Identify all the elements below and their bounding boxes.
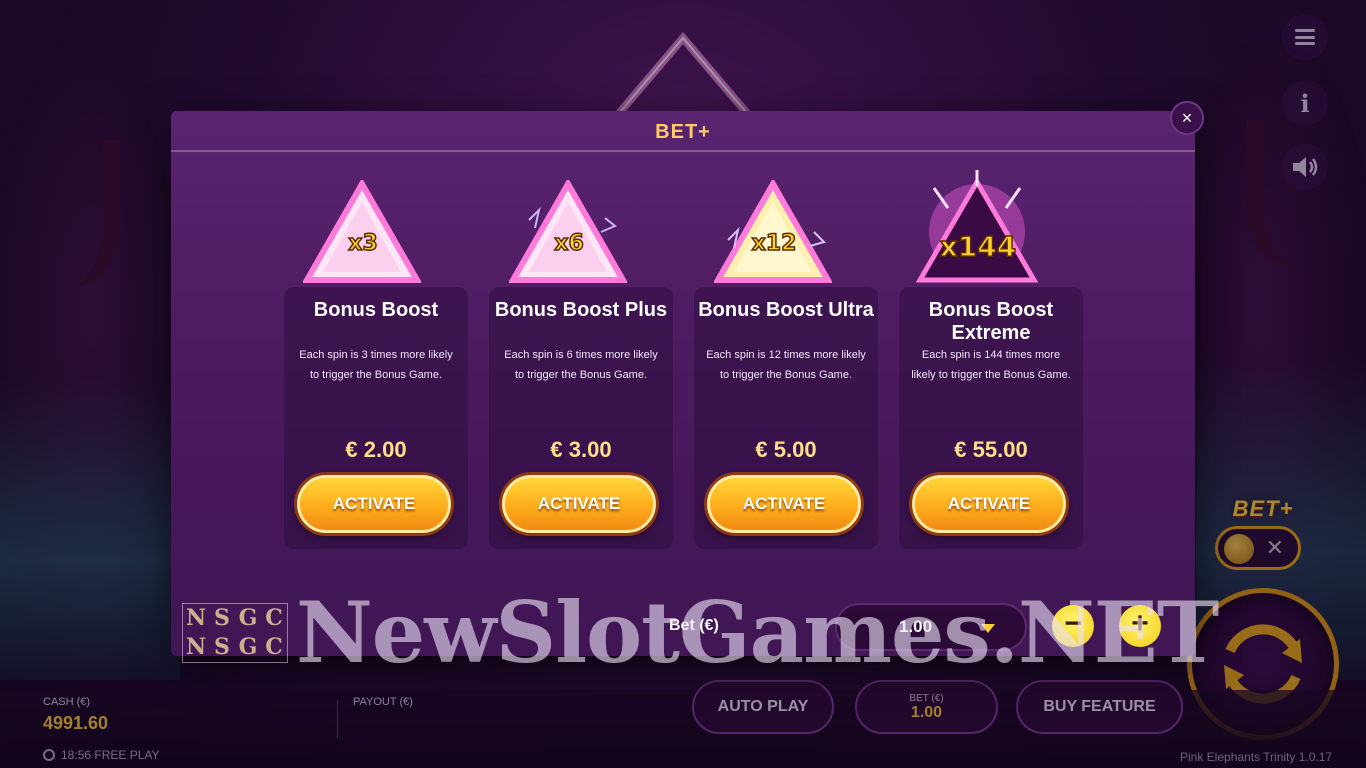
close-button[interactable]: × <box>1170 101 1204 135</box>
boost-x12-icon: x12 <box>714 180 832 283</box>
card-title: Bonus Boost <box>313 299 439 321</box>
tri-label-4: x144 <box>940 230 1017 263</box>
activate-button[interactable]: ACTIVATE <box>707 475 861 533</box>
watermark-logo: N S G C N S G C <box>182 603 288 663</box>
card-description: Each spin is 6 times more likely to trig… <box>504 349 658 381</box>
modal-title: BET+ <box>655 121 711 143</box>
boost-x6-icon: x6 <box>509 180 627 283</box>
boost-x3-icon: x3 <box>303 180 421 283</box>
watermark-logo-letter: C <box>265 605 283 631</box>
boost-card: Bonus Boost Each spin is 3 times more li… <box>284 287 468 549</box>
boost-card: Bonus Boost Extreme Each spin is 144 tim… <box>899 287 1083 549</box>
card-price: € 55.00 <box>954 437 1028 462</box>
watermark-logo-letter: N <box>185 605 207 631</box>
tri-label-3: x12 <box>752 231 797 256</box>
boost-x144-icon: x144 <box>915 170 1039 283</box>
watermark-logo-letter: S <box>214 605 230 631</box>
card-price: € 5.00 <box>755 437 817 462</box>
watermark-logo-letter: C <box>265 634 283 660</box>
activate-button[interactable]: ACTIVATE <box>297 475 451 533</box>
boost-card: Bonus Boost Plus Each spin is 6 times mo… <box>489 287 673 549</box>
card-description: Each spin is 12 times more likely to tri… <box>706 349 866 381</box>
tri-label-1: x3 <box>348 231 378 256</box>
card-price: € 2.00 <box>345 437 407 462</box>
watermark-logo-letter: G <box>238 605 258 631</box>
activate-button[interactable]: ACTIVATE <box>912 475 1066 533</box>
watermark-logo-letter: S <box>214 634 230 660</box>
watermark-text: NewSlotGames.NET <box>296 583 1219 682</box>
card-title: Bonus Boost Ultra <box>698 299 874 321</box>
card-description: Each spin is 144 times more likely to tr… <box>911 349 1071 381</box>
watermark-logo-letter: G <box>238 634 258 660</box>
tri-label-2: x6 <box>554 231 584 256</box>
modal-divider <box>171 150 1195 152</box>
card-price: € 3.00 <box>550 437 612 462</box>
watermark-logo-letter: N <box>185 634 207 660</box>
activate-button[interactable]: ACTIVATE <box>502 475 656 533</box>
boost-card: Bonus Boost Ultra Each spin is 12 times … <box>694 287 878 549</box>
card-description: Each spin is 3 times more likely to trig… <box>299 349 453 381</box>
card-title: Bonus Boost Extreme <box>928 299 1054 344</box>
card-title: Bonus Boost Plus <box>494 299 668 321</box>
